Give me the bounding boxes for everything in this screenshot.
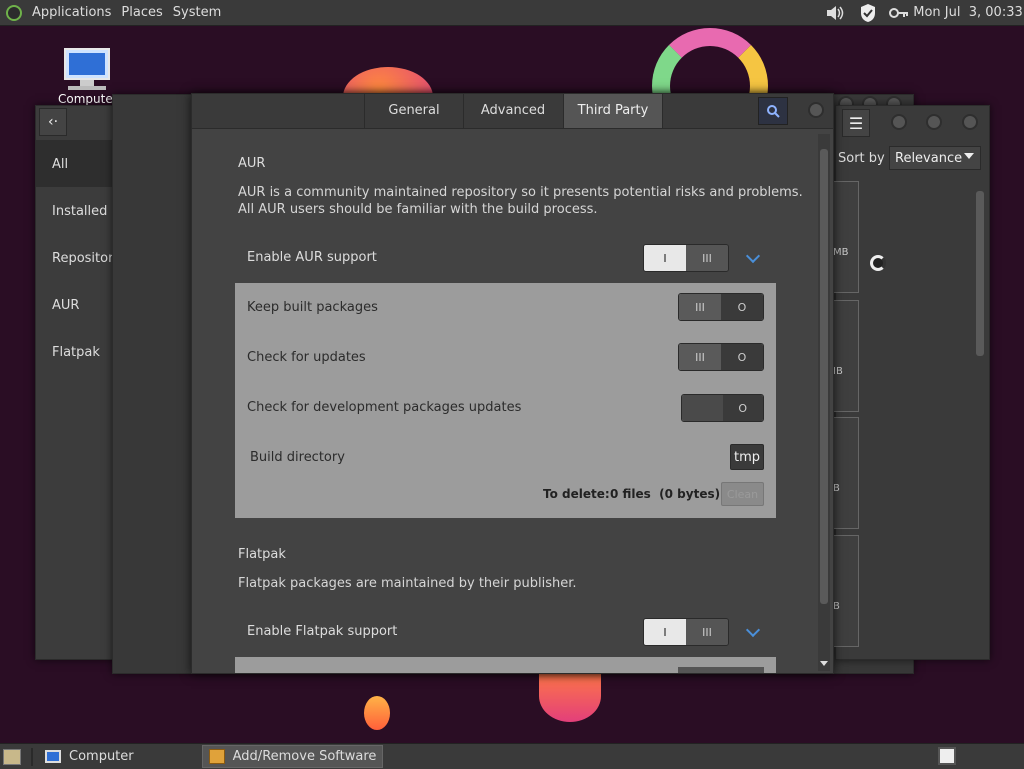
sidebar-item-all-label: All xyxy=(52,157,69,172)
switch-off-indicator: O xyxy=(721,344,763,370)
switch-grip: III xyxy=(679,344,721,370)
sort-dropdown-value: Relevance xyxy=(895,150,963,166)
menu-applications[interactable]: Applications xyxy=(32,5,111,20)
flatpak-section-title: Flatpak xyxy=(238,547,286,562)
dropdown-arrow-icon xyxy=(964,153,974,159)
clean-button[interactable]: Clean xyxy=(721,482,764,506)
package-size-fragment: MB xyxy=(833,247,849,258)
expand-flatpak-chevron-icon[interactable] xyxy=(745,622,761,638)
expand-aur-chevron-icon[interactable] xyxy=(745,248,761,264)
taskbar-computer-label: Computer xyxy=(69,749,134,764)
show-desktop-icon[interactable] xyxy=(3,748,21,765)
sidebar-item-aur[interactable]: AUR xyxy=(52,298,79,313)
volume-icon[interactable] xyxy=(822,0,848,25)
computer-small-icon xyxy=(45,750,61,763)
keep-built-packages-label: Keep built packages xyxy=(247,300,378,315)
taskbar-separator xyxy=(31,747,33,766)
sort-dropdown[interactable]: Relevance xyxy=(889,146,981,170)
key-icon[interactable] xyxy=(887,0,911,25)
sort-by-label: Sort by xyxy=(838,151,885,166)
aur-description-line2: All AUR users should be familiar with th… xyxy=(238,202,598,217)
tab-advanced[interactable]: Advanced xyxy=(463,94,562,128)
right-scrollbar-thumb[interactable] xyxy=(976,191,984,356)
flatpak-option-switch-partial xyxy=(678,667,764,673)
workspace-switcher[interactable] xyxy=(938,747,956,765)
package-card[interactable]: MB xyxy=(830,181,859,293)
switch-on-indicator: I xyxy=(644,619,686,645)
to-delete-label: To delete: xyxy=(543,487,610,501)
menu-system[interactable]: System xyxy=(173,5,221,20)
back-arrow-icon: ‹· xyxy=(47,114,59,130)
enable-aur-switch[interactable]: I III xyxy=(643,244,729,272)
monitor-icon xyxy=(64,48,110,80)
switch-off-indicator: O xyxy=(721,294,763,320)
bottom-panel: Computer Add/Remove Software xyxy=(0,743,1024,769)
package-card[interactable]: B xyxy=(830,535,859,647)
sidebar-item-installed[interactable]: Installed xyxy=(52,204,107,219)
to-delete-value: 0 files (0 bytes) xyxy=(610,487,721,501)
build-directory-label: Build directory xyxy=(250,450,345,465)
window-maximize-button[interactable] xyxy=(926,114,942,130)
right-window: ☰ Sort by Relevance MB IB B B xyxy=(830,105,990,660)
search-icon xyxy=(767,105,780,118)
switch-on-indicator: I xyxy=(644,245,686,271)
tab-third-party[interactable]: Third Party xyxy=(563,94,663,128)
check-updates-switch[interactable]: III O xyxy=(678,343,764,371)
package-card[interactable]: IB xyxy=(830,300,859,412)
check-dev-updates-label: Check for development packages updates xyxy=(247,400,522,415)
build-directory-button[interactable]: tmp xyxy=(730,444,764,470)
dialog-close-button[interactable] xyxy=(808,102,824,118)
switch-grip: III xyxy=(686,245,728,271)
hamburger-menu-button[interactable]: ☰ xyxy=(842,109,870,137)
menu-places[interactable]: Places xyxy=(121,5,162,20)
hamburger-icon: ☰ xyxy=(848,113,864,133)
switch-off-indicator: O xyxy=(722,395,763,421)
clock[interactable]: Mon Jul 3, 00:33 xyxy=(913,0,1023,25)
computer-desktop-icon[interactable]: Computer xyxy=(56,46,120,106)
aur-description-line1: AUR is a community maintained repository… xyxy=(238,185,803,200)
flatpak-description: Flatpak packages are maintained by their… xyxy=(238,576,577,591)
package-size-fragment: B xyxy=(833,483,840,494)
shield-icon[interactable] xyxy=(856,0,880,25)
taskbar-computer[interactable]: Computer xyxy=(39,745,140,768)
package-size-fragment: IB xyxy=(833,366,843,377)
scroll-down-arrow-icon[interactable] xyxy=(820,661,828,666)
preferences-dialog: General Advanced Third Party AUR AUR is … xyxy=(191,93,834,674)
desktop-icon-label: Computer xyxy=(58,92,118,106)
window-minimize-button[interactable] xyxy=(891,114,907,130)
dialog-scrollbar-thumb[interactable] xyxy=(820,149,828,604)
package-card[interactable]: B xyxy=(830,417,859,529)
search-button[interactable] xyxy=(758,97,788,125)
desktop-bottom-blob xyxy=(539,670,601,722)
window-close-button[interactable] xyxy=(962,114,978,130)
loading-spinner-icon xyxy=(870,255,886,271)
sidebar-item-flatpak[interactable]: Flatpak xyxy=(52,345,100,360)
check-updates-label: Check for updates xyxy=(247,350,366,365)
enable-flatpak-label: Enable Flatpak support xyxy=(247,624,398,639)
distro-logo-icon[interactable] xyxy=(6,4,22,21)
check-dev-updates-switch: O xyxy=(681,394,764,422)
package-small-icon xyxy=(208,749,225,764)
keep-built-packages-switch[interactable]: III O xyxy=(678,293,764,321)
enable-flatpak-switch[interactable]: I III xyxy=(643,618,729,646)
back-button[interactable]: ‹· xyxy=(39,108,67,136)
switch-grip: III xyxy=(686,619,728,645)
taskbar-add-remove-software[interactable]: Add/Remove Software xyxy=(201,745,384,768)
aur-section-title: AUR xyxy=(238,156,266,171)
switch-grip: III xyxy=(679,294,721,320)
enable-aur-label: Enable AUR support xyxy=(247,250,377,265)
package-size-fragment: B xyxy=(833,601,840,612)
tab-general[interactable]: General xyxy=(364,94,463,128)
taskbar-software-label: Add/Remove Software xyxy=(232,749,377,764)
desktop-small-blob xyxy=(364,696,390,730)
